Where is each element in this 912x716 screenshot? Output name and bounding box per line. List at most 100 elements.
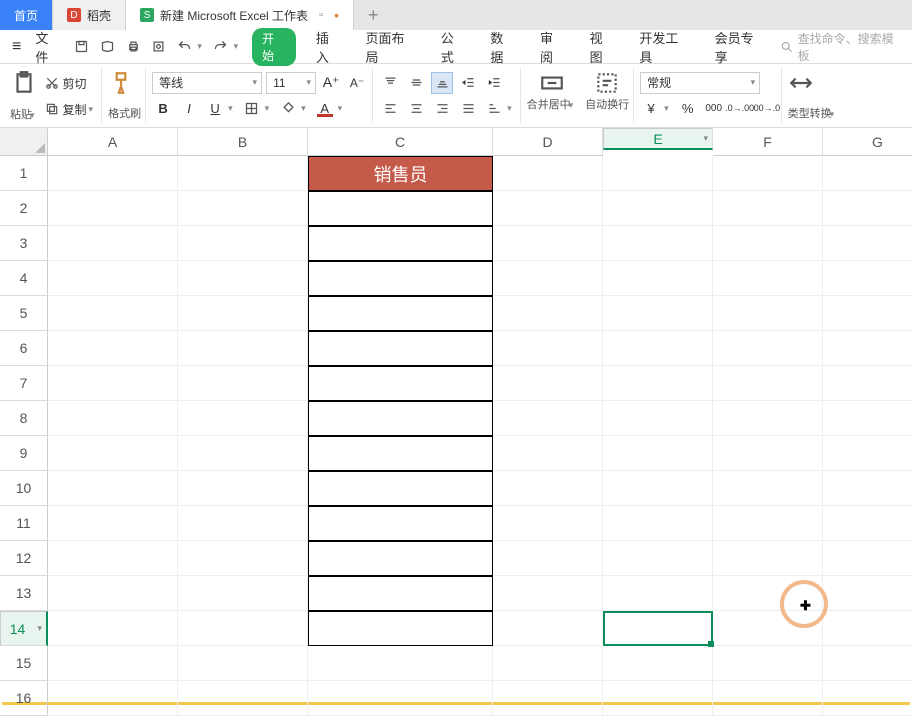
format-painter-icon[interactable]: [108, 70, 134, 96]
copy-button[interactable]: 复制▾: [45, 96, 98, 122]
cell-C13[interactable]: [308, 576, 493, 611]
cell-E8[interactable]: [603, 401, 713, 436]
cell-G15[interactable]: [823, 646, 912, 681]
paste-label[interactable]: 粘贴▾: [10, 106, 39, 122]
cell-B12[interactable]: [178, 541, 308, 576]
print-icon[interactable]: [122, 36, 144, 58]
cell-F10[interactable]: [713, 471, 823, 506]
cell-B9[interactable]: [178, 436, 308, 471]
row-header-6[interactable]: 6: [0, 331, 48, 366]
cell-E6[interactable]: [603, 331, 713, 366]
cell-D11[interactable]: [493, 506, 603, 541]
cell-D3[interactable]: [493, 226, 603, 261]
cell-B2[interactable]: [178, 191, 308, 226]
type-convert-label[interactable]: 类型转换▾: [788, 105, 839, 121]
cell-F11[interactable]: [713, 506, 823, 541]
cell-E16[interactable]: [603, 681, 713, 716]
cell-D5[interactable]: [493, 296, 603, 331]
cell-C12[interactable]: [308, 541, 493, 576]
menu-view[interactable]: 视图: [580, 28, 626, 66]
cell-B4[interactable]: [178, 261, 308, 296]
cell-G3[interactable]: [823, 226, 912, 261]
cell-B13[interactable]: [178, 576, 308, 611]
row-header-3[interactable]: 3: [0, 226, 48, 261]
cell-C11[interactable]: [308, 506, 493, 541]
cell-B11[interactable]: [178, 506, 308, 541]
print-preview-icon[interactable]: [148, 36, 170, 58]
align-left-icon[interactable]: [379, 97, 401, 119]
file-menu[interactable]: 文件: [29, 28, 67, 66]
cell-B16[interactable]: [178, 681, 308, 716]
cell-A4[interactable]: [48, 261, 178, 296]
row-header-9[interactable]: 9: [0, 436, 48, 471]
cell-A13[interactable]: [48, 576, 178, 611]
cell-D16[interactable]: [493, 681, 603, 716]
cell-E5[interactable]: [603, 296, 713, 331]
row-header-14[interactable]: 14: [0, 611, 48, 646]
cell-B15[interactable]: [178, 646, 308, 681]
row-header-12[interactable]: 12: [0, 541, 48, 576]
cell-C8[interactable]: [308, 401, 493, 436]
cell-B10[interactable]: [178, 471, 308, 506]
align-middle-icon[interactable]: [405, 72, 427, 94]
cell-D14[interactable]: [493, 611, 603, 646]
tab-doc1[interactable]: D 稻壳: [53, 0, 126, 30]
cell-C6[interactable]: [308, 331, 493, 366]
cell-E1[interactable]: [603, 156, 713, 191]
increase-decimal-icon[interactable]: .0→.00: [729, 97, 751, 119]
cell-E3[interactable]: [603, 226, 713, 261]
cell-F8[interactable]: [713, 401, 823, 436]
font-color-button[interactable]: A: [314, 97, 336, 119]
cell-A16[interactable]: [48, 681, 178, 716]
cell-F7[interactable]: [713, 366, 823, 401]
cell-A9[interactable]: [48, 436, 178, 471]
cell-D6[interactable]: [493, 331, 603, 366]
tab-doc2[interactable]: S 新建 Microsoft Excel 工作表 ▫ •: [126, 0, 354, 30]
row-header-2[interactable]: 2: [0, 191, 48, 226]
cell-B8[interactable]: [178, 401, 308, 436]
menu-member[interactable]: 会员专享: [705, 28, 776, 66]
underline-button[interactable]: U: [204, 97, 226, 119]
row-header-13[interactable]: 13: [0, 576, 48, 611]
decrease-font-icon[interactable]: A⁻: [346, 72, 368, 94]
cell-G6[interactable]: [823, 331, 912, 366]
cell-E13[interactable]: [603, 576, 713, 611]
cell-F9[interactable]: [713, 436, 823, 471]
cell-G16[interactable]: [823, 681, 912, 716]
column-header-A[interactable]: A: [48, 128, 178, 156]
command-search[interactable]: 查找命令、搜索模板: [780, 30, 904, 64]
cell-C3[interactable]: [308, 226, 493, 261]
cell-B14[interactable]: [178, 611, 308, 646]
cell-A10[interactable]: [48, 471, 178, 506]
number-format-select[interactable]: 常规: [640, 72, 760, 94]
border-button[interactable]: [241, 97, 263, 119]
cell-E7[interactable]: [603, 366, 713, 401]
cell-G9[interactable]: [823, 436, 912, 471]
cell-C10[interactable]: [308, 471, 493, 506]
tab-new[interactable]: +: [354, 0, 393, 30]
orientation-icon[interactable]: [483, 97, 505, 119]
menu-start[interactable]: 开始: [252, 28, 296, 66]
percent-icon[interactable]: %: [677, 97, 699, 119]
column-header-F[interactable]: F: [713, 128, 823, 156]
cell-E15[interactable]: [603, 646, 713, 681]
merge-center-icon[interactable]: [539, 70, 565, 96]
cell-C9[interactable]: [308, 436, 493, 471]
cell-D8[interactable]: [493, 401, 603, 436]
fill-color-button[interactable]: [277, 97, 299, 119]
cell-E11[interactable]: [603, 506, 713, 541]
column-header-G[interactable]: G: [823, 128, 912, 156]
increase-font-icon[interactable]: A⁺: [320, 72, 342, 94]
hamburger-icon[interactable]: ≡: [8, 38, 25, 56]
italic-button[interactable]: I: [178, 97, 200, 119]
menu-data[interactable]: 数据: [480, 28, 526, 66]
tab-menu-icon[interactable]: ▫: [314, 8, 328, 22]
font-name-select[interactable]: 等线: [152, 72, 262, 94]
currency-icon[interactable]: ¥: [640, 97, 662, 119]
cell-A11[interactable]: [48, 506, 178, 541]
menu-review[interactable]: 审阅: [530, 28, 576, 66]
row-header-16[interactable]: 16: [0, 681, 48, 716]
select-all-corner[interactable]: [0, 128, 48, 156]
cell-G11[interactable]: [823, 506, 912, 541]
cell-C1[interactable]: 销售员: [308, 156, 493, 191]
